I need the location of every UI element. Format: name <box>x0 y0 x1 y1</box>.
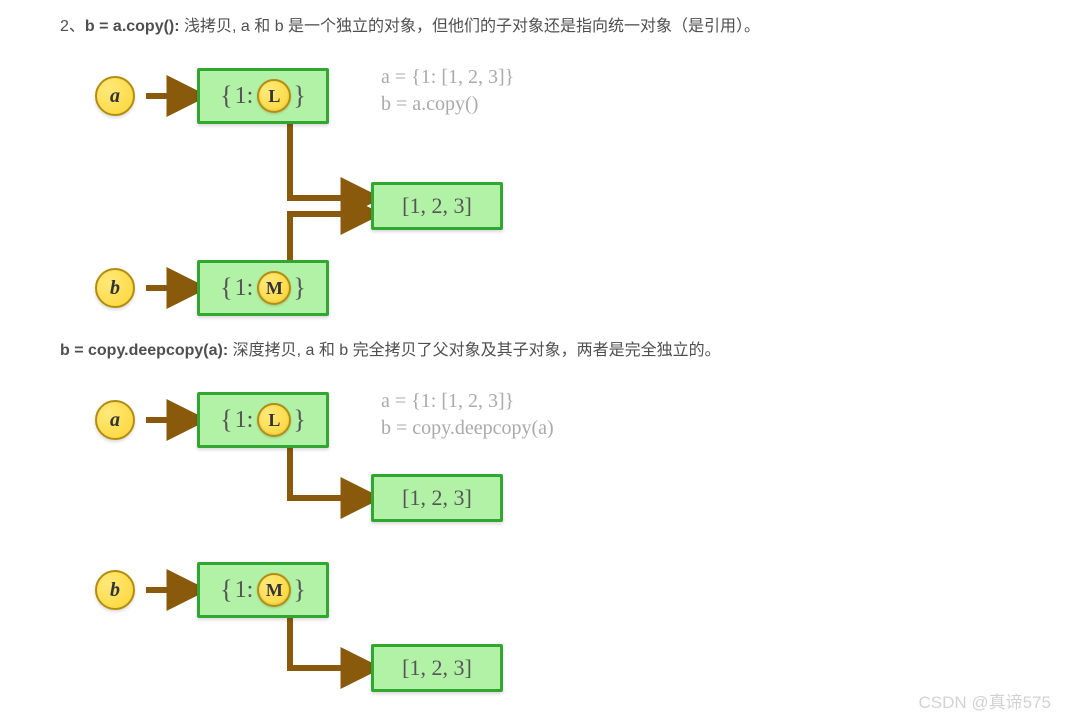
deep-copy-diagram: a { 1: L } [1, 2, 3] b { 1: M } [1, 2, 3… <box>95 380 1009 710</box>
deep-dict-a-box: { 1: L } <box>197 392 329 448</box>
deep-dict-b-open: { <box>220 575 232 605</box>
deep-var-a-circle: a <box>95 400 135 440</box>
shallow-code-note: a = {1: [1, 2, 3]} b = a.copy() <box>381 64 514 118</box>
deep-dict-b-close: } <box>293 575 305 605</box>
dict-a-box: { 1: L } <box>197 68 329 124</box>
shared-list-content: [1, 2, 3] <box>402 193 472 219</box>
deep-dict-b-key: 1: <box>235 577 254 604</box>
shallow-copy-heading: 2、b = a.copy(): 浅拷贝, a 和 b 是一个独立的对象，但他们的… <box>60 12 1009 36</box>
note2-line2: b = copy.deepcopy(a) <box>381 415 554 442</box>
deep-dict-b-box: { 1: M } <box>197 562 329 618</box>
var-b-label: b <box>110 277 120 300</box>
deep-dict-a-key: 1: <box>235 407 254 434</box>
var-b-circle: b <box>95 268 135 308</box>
deep-ref-m-circle: M <box>257 573 291 607</box>
heading2-bold: b = copy.deepcopy(a): <box>60 342 233 359</box>
deep-ref-m-label: M <box>266 580 283 601</box>
heading2-rest: 深度拷贝, a 和 b 完全拷贝了父对象及其子对象，两者是完全独立的。 <box>233 342 721 359</box>
note1-line1: a = {1: [1, 2, 3]} <box>381 64 514 91</box>
ref-l-circle: L <box>257 79 291 113</box>
deep-list-a-box: [1, 2, 3] <box>371 474 503 522</box>
ref-m-label: M <box>266 278 283 299</box>
ref-l-label: L <box>268 86 280 107</box>
heading-prefix: 2、 <box>60 18 85 35</box>
heading-bold: b = a.copy(): <box>85 18 184 35</box>
shallow-copy-diagram: a { 1: L } b { 1: M } [1, 2, 3] a = {1: … <box>95 56 1009 336</box>
dict-a-key: 1: <box>235 83 254 110</box>
deep-list-a-content: [1, 2, 3] <box>402 485 472 511</box>
deep-dict-a-open: { <box>220 405 232 435</box>
dict-b-box: { 1: M } <box>197 260 329 316</box>
dict-a-close: } <box>293 81 305 111</box>
deep-var-b-circle: b <box>95 570 135 610</box>
dict-b-open: { <box>220 273 232 303</box>
note2-line1: a = {1: [1, 2, 3]} <box>381 388 554 415</box>
dict-a-open: { <box>220 81 232 111</box>
deep-copy-heading: b = copy.deepcopy(a): 深度拷贝, a 和 b 完全拷贝了父… <box>60 336 1009 360</box>
ref-m-circle: M <box>257 271 291 305</box>
dict-b-key: 1: <box>235 275 254 302</box>
heading-rest: 浅拷贝, a 和 b 是一个独立的对象，但他们的子对象还是指向统一对象（是引用）… <box>184 18 760 35</box>
note1-line2: b = a.copy() <box>381 91 514 118</box>
deep-ref-l-label: L <box>268 410 280 431</box>
shared-list-box: [1, 2, 3] <box>371 182 503 230</box>
var-a-circle: a <box>95 76 135 116</box>
var-a-label: a <box>110 85 120 108</box>
deep-list-b-content: [1, 2, 3] <box>402 655 472 681</box>
deep-var-a-label: a <box>110 409 120 432</box>
dict-b-close: } <box>293 273 305 303</box>
deep-dict-a-close: } <box>293 405 305 435</box>
deep-var-b-label: b <box>110 579 120 602</box>
deep-list-b-box: [1, 2, 3] <box>371 644 503 692</box>
deep-ref-l-circle: L <box>257 403 291 437</box>
deep-code-note: a = {1: [1, 2, 3]} b = copy.deepcopy(a) <box>381 388 554 442</box>
